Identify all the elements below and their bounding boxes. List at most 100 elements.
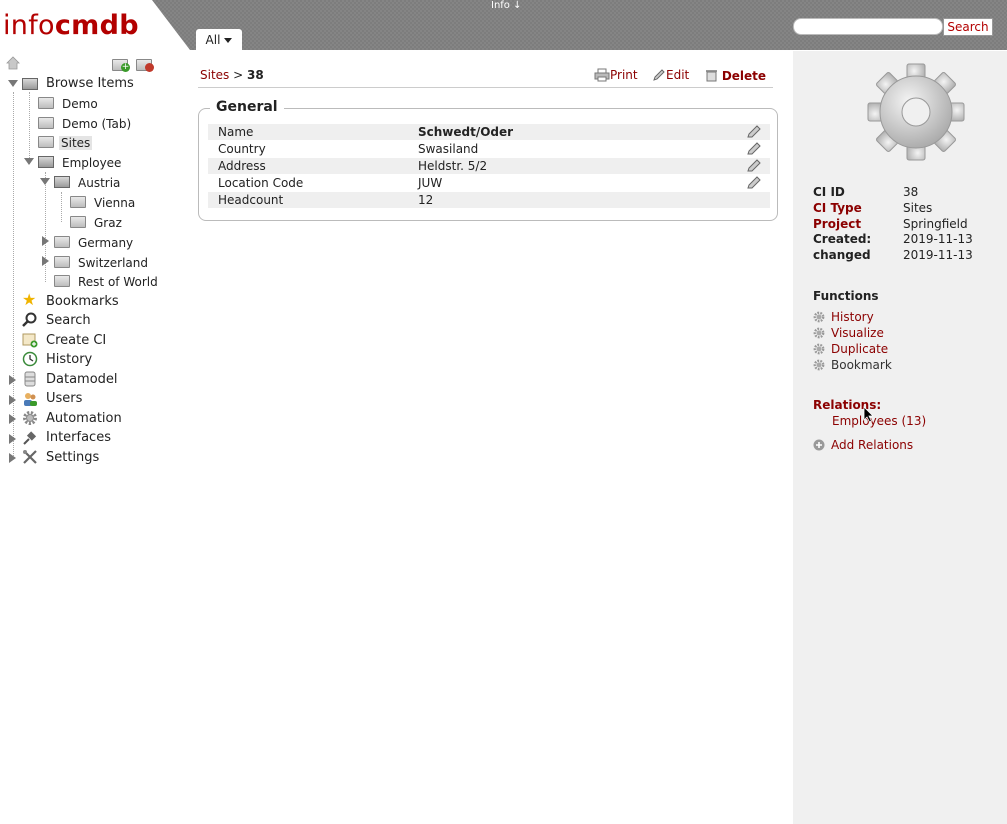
expand-arrow-icon[interactable] <box>9 414 16 424</box>
search-input[interactable] <box>793 18 943 35</box>
changed-value: 2019-11-13 <box>903 248 973 262</box>
breadcrumb-sites-link[interactable]: Sites <box>200 68 229 82</box>
tree-automation[interactable]: Automation <box>46 410 122 428</box>
edit-pencil-icon[interactable] <box>746 142 762 156</box>
logo-text-thin: info <box>3 10 55 41</box>
attribute-value: Heldstr. 5/2 <box>418 159 488 173</box>
tree-demo-tab[interactable]: Demo (Tab) <box>62 115 131 133</box>
tree-create-ci[interactable]: Create CI <box>46 332 106 350</box>
plug-icon <box>23 431 37 445</box>
trash-icon <box>706 70 717 82</box>
tree-employee[interactable]: Employee <box>62 154 121 172</box>
tree-label: Browse Items <box>46 76 134 91</box>
function-label: Duplicate <box>831 342 889 356</box>
tree-label: Employee <box>62 156 122 170</box>
group-title: General <box>210 99 284 115</box>
collapse-arrow-icon[interactable] <box>24 158 34 165</box>
edit-pencil-icon[interactable] <box>746 176 762 190</box>
pencil-icon <box>653 69 665 81</box>
tree-label: Germany <box>78 236 134 250</box>
attribute-row: Name Schwedt/Oder <box>208 124 770 140</box>
tree-label: Sites <box>59 136 93 150</box>
tree-users[interactable]: Users <box>46 390 82 408</box>
collapse-arrow-icon[interactable] <box>8 80 18 87</box>
function-duplicate[interactable]: Duplicate <box>813 341 888 357</box>
tree-search[interactable]: Search <box>46 312 91 330</box>
tree-vienna[interactable]: Vienna <box>94 194 135 212</box>
tree-bookmarks[interactable]: Bookmarks <box>46 293 119 311</box>
function-history[interactable]: History <box>813 309 874 325</box>
tree-switzerland[interactable]: Switzerland <box>78 254 148 272</box>
expand-arrow-icon[interactable] <box>9 453 16 463</box>
relation-label: Employees (13) <box>832 414 927 428</box>
divider <box>198 87 773 88</box>
edit-pencil-icon[interactable] <box>746 159 762 173</box>
function-label: History <box>831 310 874 324</box>
logo[interactable]: infocmdb <box>3 10 139 41</box>
tree-label: Settings <box>46 450 100 465</box>
tree-label: Switzerland <box>78 256 148 270</box>
edit-button[interactable]: Edit <box>652 68 689 83</box>
delete-button[interactable]: Delete <box>705 68 766 83</box>
tree-label: Users <box>46 391 83 406</box>
info-toggle[interactable]: Info ↓ <box>491 0 522 11</box>
attribute-row: Address Heldstr. 5/2 <box>208 158 770 174</box>
tab-all[interactable]: All <box>196 29 242 50</box>
attribute-key: Name <box>218 125 254 139</box>
tree-history[interactable]: History <box>46 351 92 369</box>
tree-interfaces[interactable]: Interfaces <box>46 429 111 447</box>
relation-employees-link[interactable]: Employees (13) <box>832 413 926 429</box>
attribute-key: Address <box>218 159 266 173</box>
folder-icon <box>54 275 70 287</box>
collapse-arrow-icon[interactable] <box>40 178 50 185</box>
tree-label: Search <box>46 313 91 328</box>
tree-demo[interactable]: Demo <box>62 95 98 113</box>
project-row: Project Springfield <box>813 216 968 232</box>
tree-rest-of-world[interactable]: Rest of World <box>78 273 158 291</box>
star-icon: ★ <box>22 290 37 309</box>
tree-austria[interactable]: Austria <box>78 174 120 192</box>
project-link[interactable]: Project <box>813 216 903 232</box>
gear-icon <box>813 311 825 323</box>
tree-germany[interactable]: Germany <box>78 234 133 252</box>
expand-arrow-icon[interactable] <box>9 395 16 405</box>
tree-label: Demo (Tab) <box>62 117 132 131</box>
tree-label: History <box>46 352 93 367</box>
expand-arrow-icon[interactable] <box>42 236 49 246</box>
attribute-key: Country <box>218 142 266 156</box>
edit-pencil-icon[interactable] <box>746 125 762 139</box>
home-icon[interactable] <box>6 56 20 70</box>
gear-icon <box>23 411 37 425</box>
logo-text-bold: cmdb <box>54 10 139 41</box>
tree-settings[interactable]: Settings <box>46 449 99 467</box>
tree-browse-items[interactable]: Browse Items <box>46 75 134 93</box>
changed-label: changed <box>813 248 871 262</box>
expand-arrow-icon[interactable] <box>42 256 49 266</box>
tree-graz[interactable]: Graz <box>94 214 122 232</box>
function-bookmark[interactable]: Bookmark <box>813 357 892 373</box>
tree-datamodel[interactable]: Datamodel <box>46 371 118 389</box>
created-row: Created: 2019-11-13 <box>813 231 973 247</box>
ci-type-link[interactable]: CI Type <box>813 200 903 216</box>
folder-icon <box>54 256 70 268</box>
add-folder-icon[interactable]: + <box>112 58 130 72</box>
add-relations-button[interactable]: Add Relations <box>813 437 913 453</box>
tree-sites[interactable]: Sites <box>59 134 93 152</box>
expand-arrow-icon[interactable] <box>9 434 16 444</box>
folder-icon <box>54 236 70 248</box>
function-visualize[interactable]: Visualize <box>813 325 884 341</box>
database-icon <box>24 371 36 387</box>
expand-arrow-icon[interactable] <box>9 375 16 385</box>
function-label: Bookmark <box>831 358 892 372</box>
tree-label: Rest of World <box>78 275 158 289</box>
remove-folder-icon[interactable] <box>136 58 154 72</box>
breadcrumb: Sites > 38 <box>200 68 264 82</box>
ci-id-label: CI ID <box>813 185 845 199</box>
search-button[interactable]: Search <box>943 18 993 36</box>
print-button[interactable]: Print <box>594 68 638 83</box>
printer-icon <box>594 68 610 82</box>
arrow-down-icon: ↓ <box>513 0 522 11</box>
plus-circle-icon <box>813 439 825 451</box>
tree-label: Demo <box>62 97 98 111</box>
folder-icon <box>38 97 54 109</box>
